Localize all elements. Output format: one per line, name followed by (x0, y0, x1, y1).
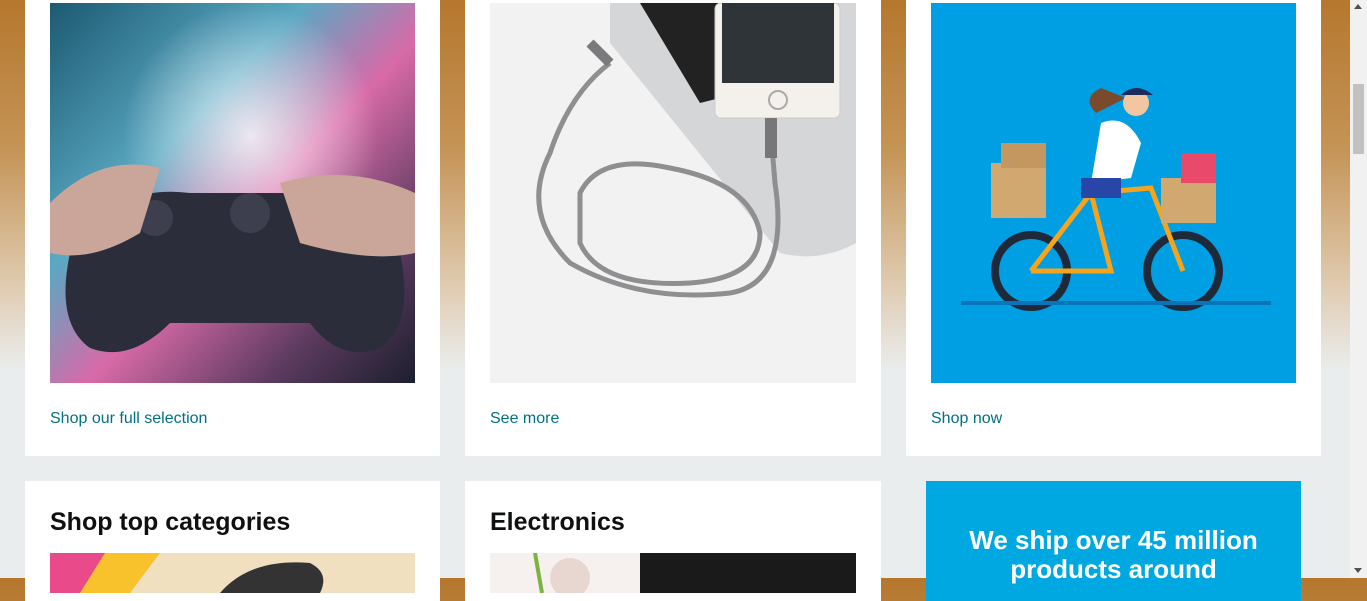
card-gaming: Shop our full selection (25, 0, 440, 456)
vertical-scrollbar[interactable] (1350, 0, 1367, 578)
shop-now-link[interactable]: Shop now (931, 410, 1002, 428)
shipping-ad-banner[interactable]: We ship over 45 million products around (926, 481, 1301, 601)
top-categories-image[interactable] (50, 553, 415, 593)
card-top-categories: Shop top categories (25, 481, 440, 601)
ad-line-1: We ship over 45 million (969, 525, 1258, 555)
shop-full-selection-link[interactable]: Shop our full selection (50, 410, 207, 428)
see-more-link[interactable]: See more (490, 410, 559, 428)
electronics-image[interactable] (490, 553, 856, 593)
delivery-bike-image[interactable] (931, 3, 1296, 383)
scrollbar-thumb[interactable] (1353, 84, 1364, 154)
gaming-controller-image[interactable] (50, 3, 415, 383)
scroll-up-arrow-icon[interactable] (1354, 4, 1362, 9)
card-electronics: Electronics (465, 481, 881, 601)
card-delivery: Shop now (906, 0, 1321, 456)
top-categories-title: Shop top categories (50, 508, 291, 536)
card-cable: See more (465, 0, 881, 456)
electronics-title: Electronics (490, 508, 625, 536)
ad-line-2: products around (1010, 554, 1217, 584)
scroll-down-arrow-icon[interactable] (1354, 568, 1362, 573)
charging-cable-image[interactable] (490, 3, 856, 383)
